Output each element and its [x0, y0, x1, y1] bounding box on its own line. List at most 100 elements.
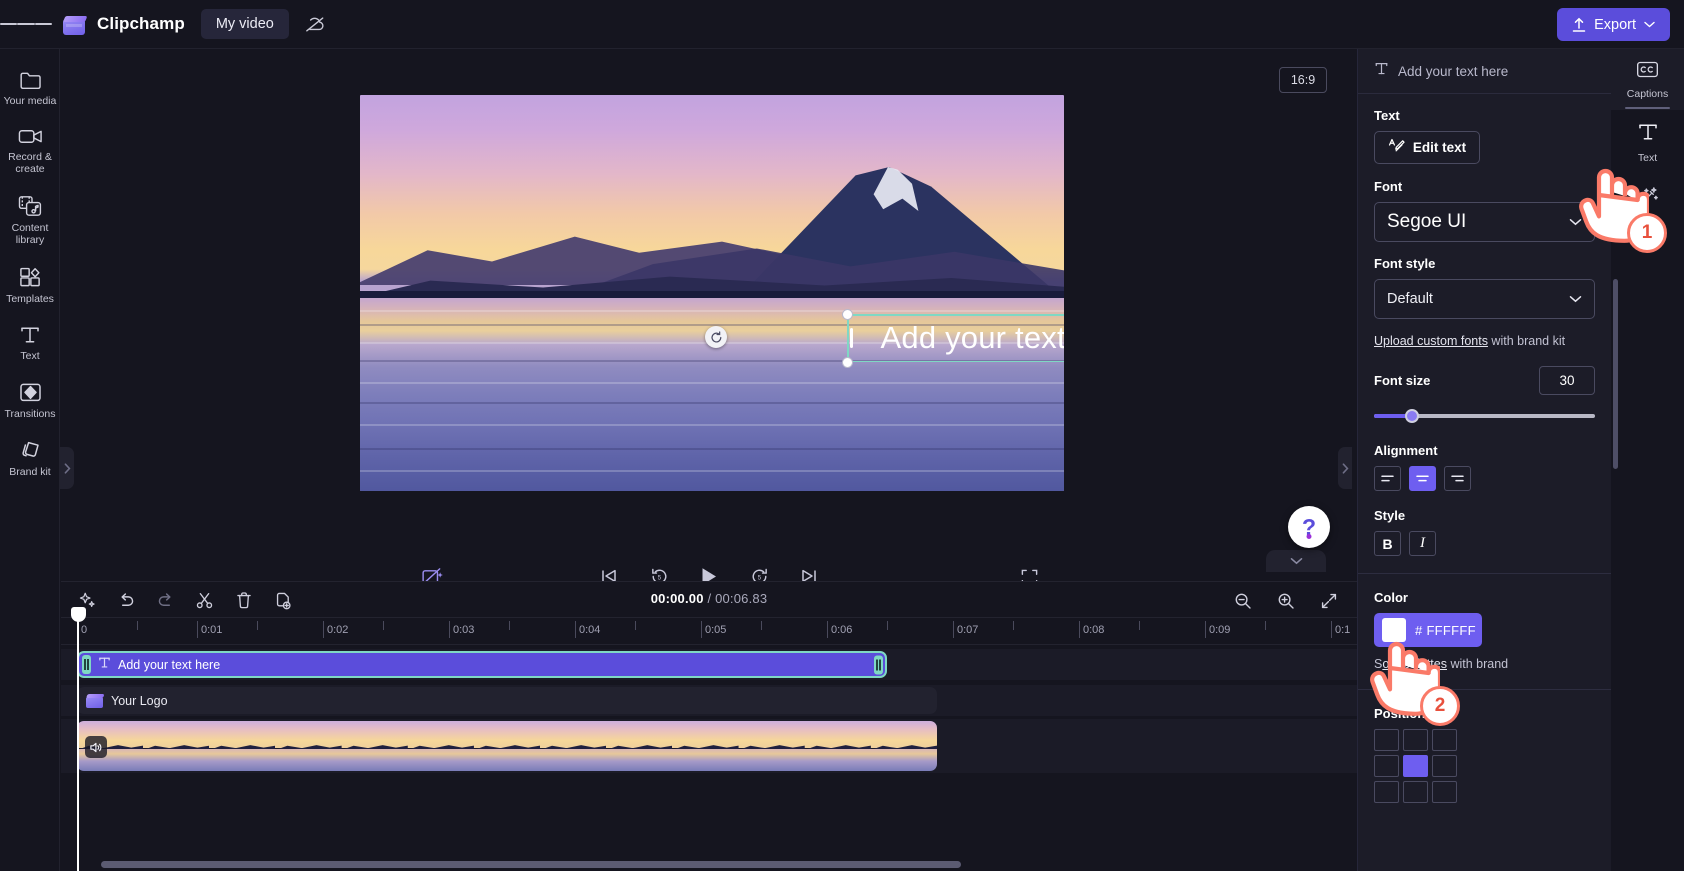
slider-thumb[interactable]: [1404, 409, 1419, 423]
resize-handle-top-left[interactable]: [841, 308, 853, 320]
chevron-down-icon: [1569, 290, 1582, 308]
tab-effects[interactable]: Effects: [1611, 174, 1684, 239]
content-library-icon: [18, 195, 42, 217]
upload-fonts-suffix: with brand kit: [1487, 334, 1566, 348]
tab-text[interactable]: Text: [1611, 110, 1684, 174]
panel-scrollbar[interactable]: [1613, 279, 1618, 469]
video-thumbnail: [143, 721, 210, 771]
resize-handle-bottom-left[interactable]: [841, 356, 853, 368]
zoom-in-icon[interactable]: [1271, 586, 1300, 615]
rotate-handle-icon[interactable]: [705, 326, 727, 348]
font-style-select[interactable]: Default: [1374, 279, 1595, 319]
sidebar-item-record-create[interactable]: Record & create: [0, 116, 60, 184]
ruler-label: 0: [81, 624, 88, 636]
zoom-out-icon[interactable]: [1228, 586, 1257, 615]
brand: Clipchamp: [62, 12, 185, 36]
clip-handle-right[interactable]: [874, 655, 883, 674]
video-canvas[interactable]: Add your text here: [360, 95, 1064, 491]
section-divider: [1358, 689, 1611, 690]
bold-button[interactable]: B: [1374, 531, 1401, 556]
collapse-timeline-button[interactable]: [1266, 550, 1326, 572]
collapse-panel-button[interactable]: [1338, 447, 1352, 489]
position-middle-left[interactable]: [1374, 755, 1399, 777]
position-top-right[interactable]: [1432, 729, 1457, 751]
video-thumbnail: [672, 721, 739, 771]
color-picker-button[interactable]: # FFFFFF: [1374, 613, 1482, 647]
edit-text-label: Edit text: [1412, 140, 1467, 155]
position-middle-center[interactable]: [1403, 755, 1428, 777]
playhead-knob[interactable]: [70, 607, 86, 622]
sidebar-label: Brand kit: [9, 466, 51, 478]
sidebar-label: Templates: [6, 293, 54, 305]
timeline-ruler[interactable]: 0 0:01 0:02 0:03 0:04 0:05 0:06 0:07 0:0: [61, 618, 1357, 645]
align-left-button[interactable]: [1374, 466, 1401, 491]
position-top-center[interactable]: [1403, 729, 1428, 751]
fit-to-timeline-icon[interactable]: [1314, 586, 1343, 615]
sidebar-item-brand-kit[interactable]: Brand kit: [0, 429, 60, 487]
font-size-input[interactable]: 30: [1539, 366, 1595, 395]
upload-custom-fonts-link[interactable]: Upload custom fonts: [1374, 334, 1488, 348]
svg-text:5: 5: [757, 574, 761, 581]
chevron-down-icon: [1569, 213, 1582, 231]
sidebar-item-templates[interactable]: Templates: [0, 255, 60, 314]
font-size-slider[interactable]: [1374, 407, 1595, 425]
position-bottom-center[interactable]: [1403, 781, 1428, 803]
help-button[interactable]: ?: [1288, 506, 1330, 548]
cloud-off-icon[interactable]: [297, 8, 333, 40]
palettes-suffix: with brand: [1446, 657, 1509, 671]
palettes-hint: Som palettes with brand: [1374, 656, 1595, 672]
style-label: Style: [1374, 508, 1406, 523]
collapse-sidebar-button[interactable]: [60, 447, 74, 489]
sidebar-item-text[interactable]: Text: [0, 314, 60, 371]
video-clip[interactable]: [77, 721, 937, 771]
clip-handle-left[interactable]: [82, 655, 91, 674]
overlay-text[interactable]: Add your text here: [847, 314, 1064, 362]
logo-clip[interactable]: Your Logo: [77, 687, 937, 714]
sidebar-item-content-library[interactable]: Content library: [0, 184, 60, 255]
position-top-left[interactable]: [1374, 729, 1399, 751]
sidebar-label: Transitions: [4, 408, 56, 420]
timeline-horizontal-scrollbar[interactable]: [101, 861, 961, 868]
text-t-icon: [1637, 122, 1659, 147]
align-right-button[interactable]: [1444, 466, 1471, 491]
position-bottom-left[interactable]: [1374, 781, 1399, 803]
hamburger-menu-icon[interactable]: [0, 0, 52, 49]
duplicate-icon[interactable]: [268, 586, 297, 615]
resize-handle-left[interactable]: [850, 328, 853, 348]
sidebar-item-transitions[interactable]: Transitions: [0, 371, 60, 429]
export-button[interactable]: Export: [1557, 8, 1670, 41]
edit-text-button[interactable]: Edit text: [1374, 131, 1480, 164]
text-selection-box[interactable]: Add your text here: [841, 308, 1064, 368]
font-select[interactable]: Segoe UI: [1374, 202, 1595, 242]
aspect-ratio-button[interactable]: 16:9: [1279, 67, 1327, 93]
position-middle-right[interactable]: [1432, 755, 1457, 777]
sidebar-item-your-media[interactable]: Your media: [0, 59, 60, 116]
undo-arrow-icon[interactable]: [112, 586, 141, 615]
position-bottom-right[interactable]: [1432, 781, 1457, 803]
tab-label: Effects: [1631, 217, 1664, 229]
project-name-field[interactable]: My video: [200, 9, 289, 39]
playhead[interactable]: [70, 607, 86, 871]
custom-palettes-link[interactable]: om palettes: [1382, 657, 1447, 671]
video-thumbnail: [870, 721, 937, 771]
section-divider: [1358, 573, 1611, 574]
svg-text:5: 5: [657, 574, 661, 581]
redo-arrow-icon[interactable]: [151, 586, 180, 615]
ruler-label: 0:08: [1083, 624, 1105, 636]
ruler-label: 0:04: [579, 624, 601, 636]
align-center-button[interactable]: [1409, 466, 1436, 491]
alignment-buttons: [1374, 466, 1595, 491]
style-buttons: B I: [1374, 531, 1595, 556]
timeline: 00:00.00 / 00:06.83 0 0:01 0:02 0:03 0:0…: [61, 581, 1357, 871]
font-value: Segoe UI: [1387, 211, 1467, 232]
ruler-label: 0:01: [201, 624, 223, 636]
video-thumbnail: [540, 721, 607, 771]
color-swatch: [1382, 618, 1406, 642]
trash-icon[interactable]: [229, 586, 258, 615]
italic-button[interactable]: I: [1409, 531, 1436, 556]
video-camera-icon: [18, 127, 43, 146]
text-clip[interactable]: Add your text here: [77, 651, 887, 678]
tab-captions[interactable]: Captions: [1611, 49, 1684, 110]
volume-icon[interactable]: [85, 736, 107, 758]
scissors-icon[interactable]: [190, 586, 219, 615]
